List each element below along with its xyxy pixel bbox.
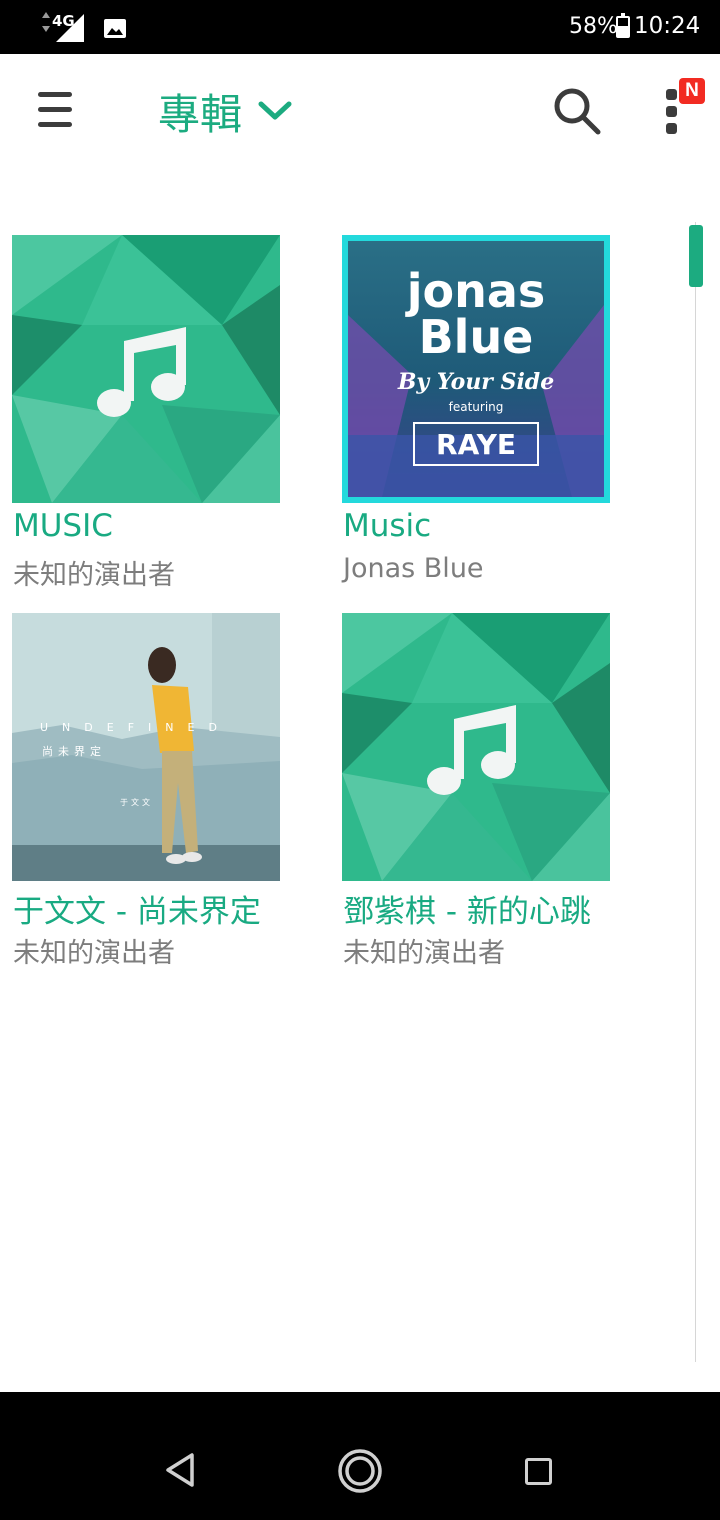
menu-icon[interactable] xyxy=(38,88,74,132)
album-artist: Jonas Blue xyxy=(343,553,484,584)
status-bar: 4G 58% 10:24 xyxy=(0,0,720,54)
cover-subtitle: By Your Side xyxy=(397,369,554,395)
jonas-blue-cover: jonas Blue By Your Side featuring RAYE xyxy=(342,235,610,503)
page-title: 專輯 xyxy=(158,89,243,139)
album-item[interactable]: 鄧紫棋 - 新的心跳 未知的演出者 xyxy=(342,613,642,973)
album-grid[interactable]: MUSIC 未知的演出者 jonas Blue By Your Side fea… xyxy=(0,166,720,1392)
album-item[interactable]: UNDEFINED 尚未界定 于文文 于文文 - 尚未界定 未知的演出者 xyxy=(12,613,312,973)
default-music-cover xyxy=(12,235,280,503)
search-icon[interactable] xyxy=(552,86,602,136)
navigation-bar xyxy=(0,1392,720,1520)
cover-heading: UNDEFINED xyxy=(40,721,231,734)
home-icon[interactable] xyxy=(337,1448,383,1494)
clock: 10:24 xyxy=(634,13,701,39)
album-title: Music xyxy=(343,508,432,544)
cover-line2: Blue xyxy=(419,310,534,364)
default-music-cover xyxy=(342,613,610,881)
new-badge: N xyxy=(679,78,705,104)
network-type-label: 4G xyxy=(52,12,75,30)
battery-icon xyxy=(616,13,630,38)
cover-title: 尚未界定 xyxy=(42,744,106,758)
battery-percent: 58% xyxy=(569,14,618,39)
album-title: 鄧紫棋 - 新的心跳 xyxy=(343,894,591,930)
album-cover[interactable]: jonas Blue By Your Side featuring RAYE xyxy=(342,235,610,503)
recents-icon[interactable] xyxy=(525,1458,552,1485)
album-title: 于文文 - 尚未界定 xyxy=(13,894,261,930)
view-selector-dropdown[interactable]: 專輯 xyxy=(158,84,292,139)
cover-artist: 于文文 xyxy=(120,797,153,807)
album-item[interactable]: MUSIC 未知的演出者 xyxy=(12,235,312,595)
back-icon[interactable] xyxy=(164,1452,196,1488)
album-artist: 未知的演出者 xyxy=(13,938,175,969)
album-artist: 未知的演出者 xyxy=(343,938,505,969)
album-item[interactable]: jonas Blue By Your Side featuring RAYE M… xyxy=(342,235,642,595)
cover-feature-artist: RAYE xyxy=(436,428,516,461)
album-cover[interactable] xyxy=(12,235,280,503)
chevron-down-icon xyxy=(258,101,292,120)
album-artist: 未知的演出者 xyxy=(13,560,175,591)
app-bar: 專輯 xyxy=(0,54,720,166)
image-notification-icon xyxy=(104,19,126,38)
album-title: MUSIC xyxy=(13,508,113,544)
album-cover[interactable]: UNDEFINED 尚未界定 于文文 xyxy=(12,613,280,881)
cover-featuring: featuring xyxy=(449,400,504,414)
scrollbar-track[interactable] xyxy=(695,222,696,1362)
wenwen-cover: UNDEFINED 尚未界定 于文文 xyxy=(12,613,280,881)
album-cover[interactable] xyxy=(342,613,610,881)
scrollbar-thumb[interactable] xyxy=(689,225,703,287)
